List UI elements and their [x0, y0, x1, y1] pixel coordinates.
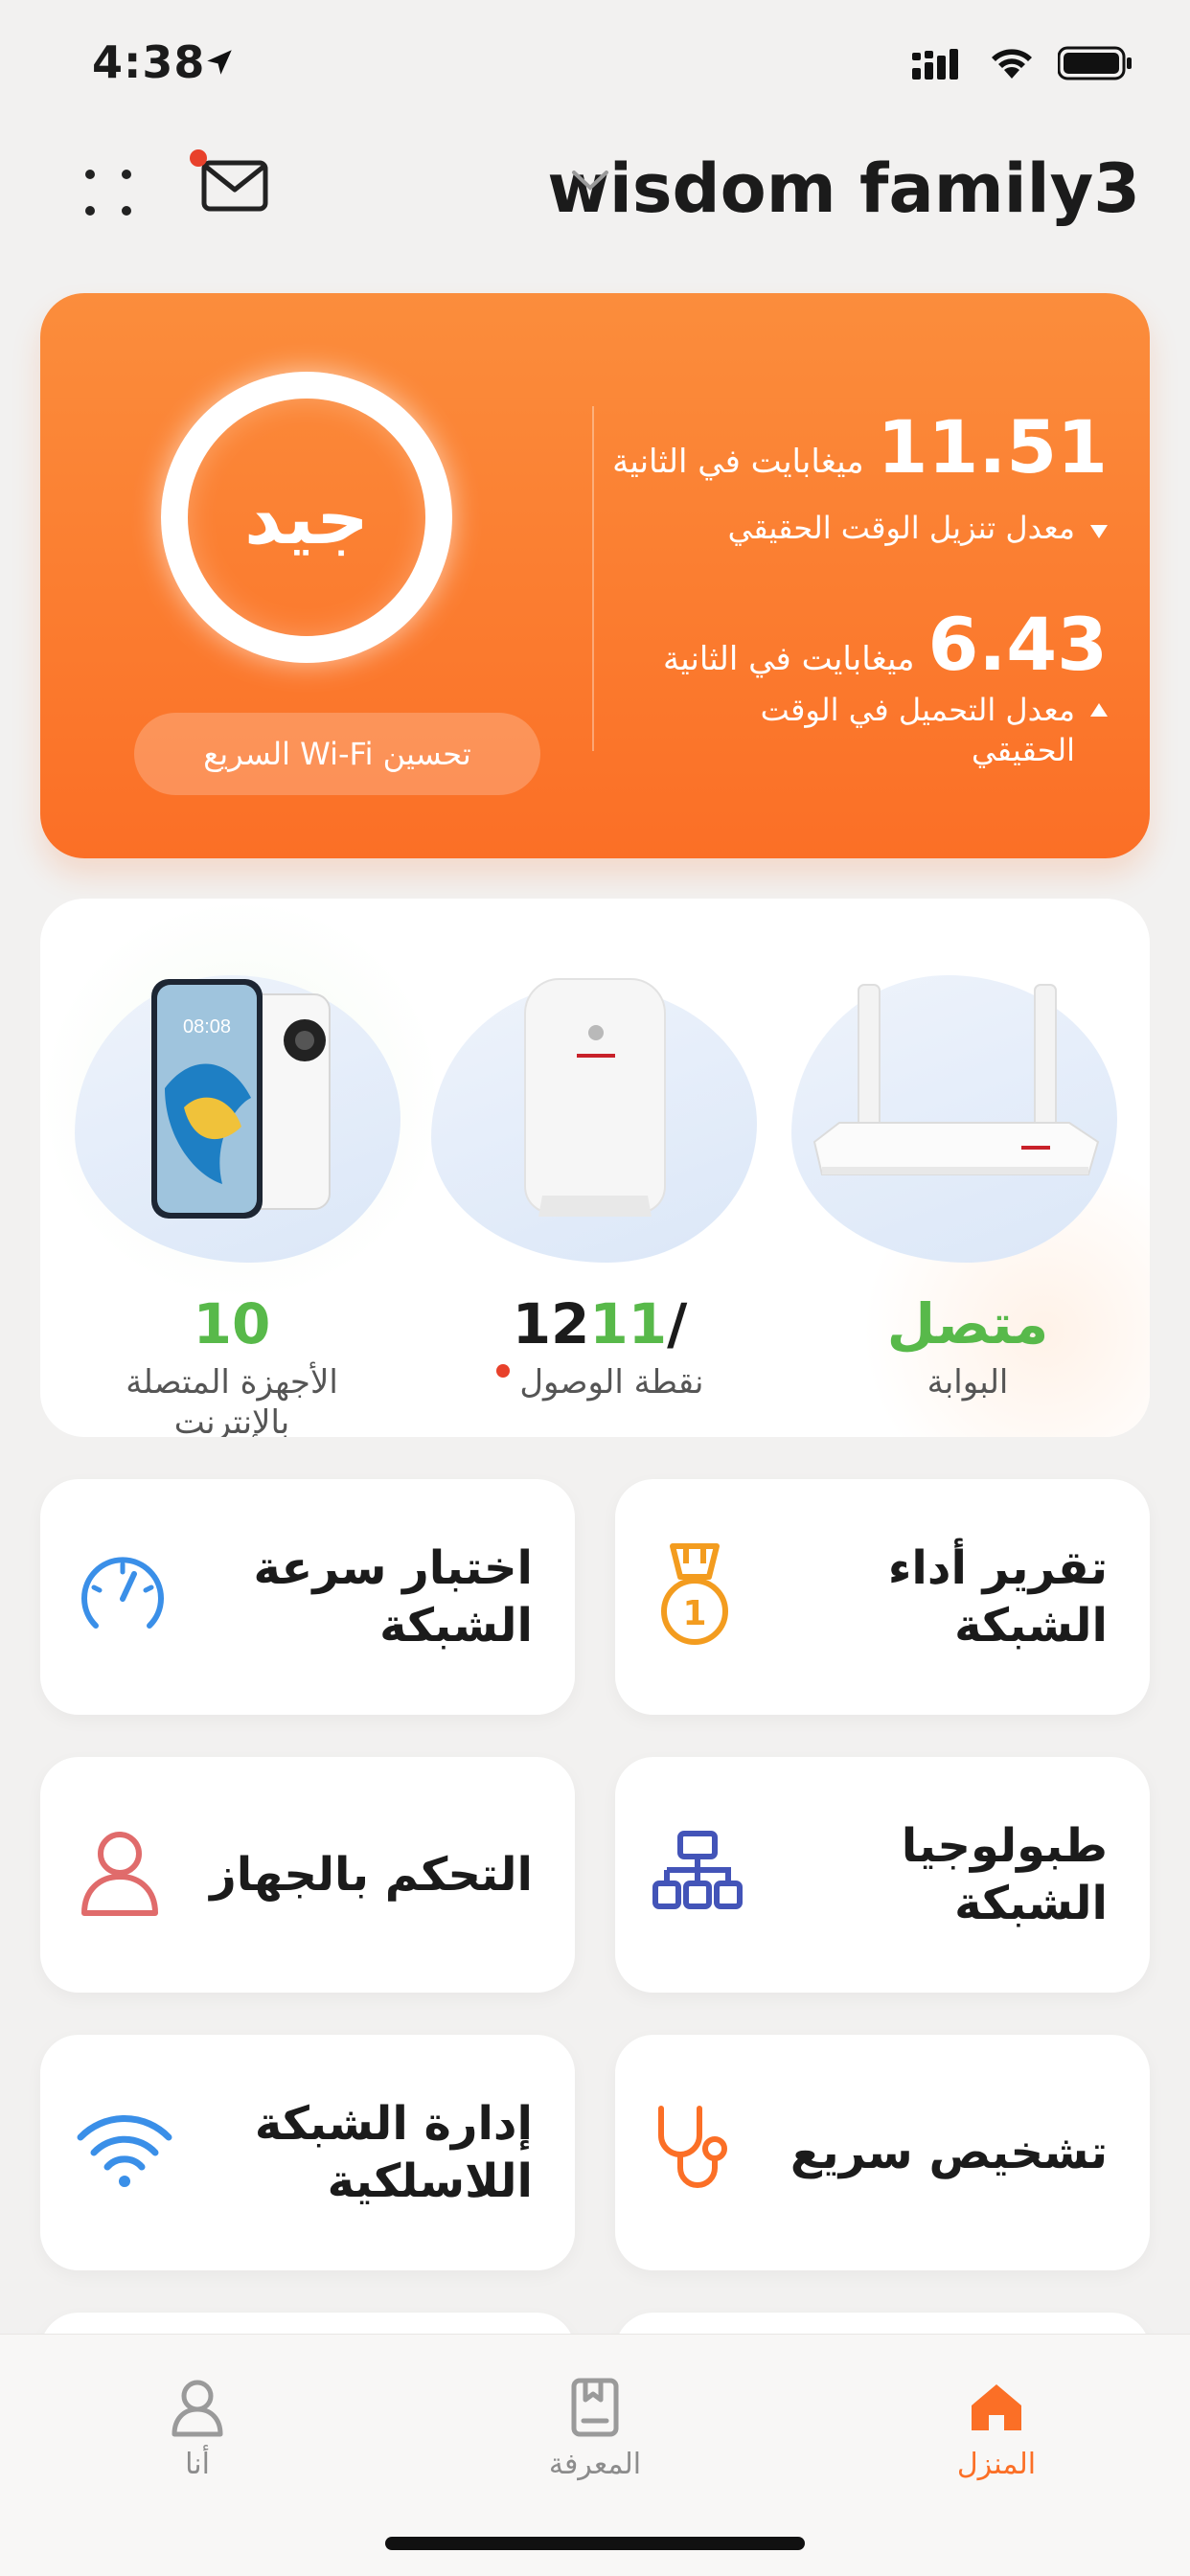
gateway-stat[interactable]: متصل البوابة [805, 1291, 1131, 1402]
svg-text:1: 1 [682, 1594, 706, 1633]
tile-network-report[interactable]: تقرير أداء الشبكة 1 [615, 1479, 1150, 1715]
access-point-image [504, 975, 686, 1228]
upload-label-line2: الحقيقي [972, 732, 1075, 768]
upload-arrow-icon [1090, 703, 1108, 717]
tile-label: التحكم بالجهاز [210, 1848, 533, 1902]
connected-devices-label-line2: بالإنترنت [173, 1403, 290, 1437]
connected-devices-label-line1: الأجهزة المتصلة [126, 1363, 338, 1402]
wifi-optimize-button[interactable]: تحسين Wi-Fi السريع [134, 713, 540, 795]
nav-knowledge-label: المعرفة [548, 2448, 642, 2481]
download-unit: ميغابايت في الثانية [612, 443, 864, 481]
stethoscope-icon [652, 2103, 738, 2202]
upload-unit: ميغابايت في الثانية [662, 640, 915, 678]
cellular-signal-icon [912, 49, 958, 80]
download-arrow-icon [1090, 525, 1108, 538]
nav-knowledge[interactable]: المعرفة [490, 2361, 700, 2481]
tile-label: طبولوجيا الشبكة [901, 1819, 1108, 1930]
tile-label: تشخيص سريع [790, 2126, 1108, 2179]
mail-icon[interactable] [201, 157, 270, 218]
person-icon [77, 1827, 163, 1923]
upload-value: 6.43 [927, 602, 1108, 687]
access-point-alert-dot [495, 1364, 510, 1378]
quality-status: جيد [244, 474, 369, 560]
speedometer-icon [77, 1549, 169, 1645]
battery-icon [1058, 46, 1132, 80]
book-icon [571, 2378, 619, 2437]
nav-me-label: أنا [185, 2448, 210, 2481]
nav-me[interactable]: أنا [92, 2361, 303, 2481]
network-speed-card[interactable]: جيد تحسين Wi-Fi السريع 11.51 ميغابايت في… [40, 293, 1150, 858]
gateway-router-image [801, 979, 1108, 1213]
tile-quick-diagnosis[interactable]: تشخيص سريع [615, 2035, 1150, 2270]
access-point-label: نقطة الوصول [519, 1363, 704, 1402]
location-arrow-icon [203, 46, 236, 82]
user-icon [172, 2380, 223, 2437]
family-name-title[interactable]: wisdom family3 [547, 149, 1140, 228]
medal-icon: 1 [652, 1542, 738, 1652]
access-point-online: 11 [589, 1291, 668, 1356]
tile-device-control[interactable]: التحكم بالجهاز [40, 1757, 575, 1993]
upload-label-row: معدل التحميل في الوقت الحقيقي [761, 690, 1108, 770]
home-icon [972, 2384, 1021, 2430]
tile-speed-test[interactable]: اختبار سرعة الشبكة [40, 1479, 575, 1715]
devices-card: 08:08 10 الأجهزة المتصلة بالإنترنت /1211… [40, 899, 1150, 1437]
wifi-icon [77, 2112, 172, 2193]
home-indicator [385, 2537, 805, 2550]
wifi-status-icon [992, 49, 1032, 79]
download-rate: 11.51 ميغابايت في الثانية [612, 404, 1108, 490]
tile-network-topology[interactable]: طبولوجيا الشبكة [615, 1757, 1150, 1993]
quality-ring: جيد [161, 372, 452, 663]
status-time: 4:38 [92, 36, 206, 88]
svg-text:08:08: 08:08 [183, 1016, 231, 1037]
topology-icon [652, 1830, 744, 1920]
phone-device-image: 08:08 [146, 973, 347, 1226]
connected-devices-count: 10 [193, 1291, 271, 1356]
tile-wireless-management[interactable]: إدارة الشبكة اللاسلكية [40, 2035, 575, 2270]
upload-label-line1: معدل التحميل في الوقت [760, 692, 1075, 728]
download-label-row: معدل تنزيل الوقت الحقيقي [728, 510, 1108, 546]
tile-label: اختبار سرعة الشبكة [253, 1541, 533, 1653]
nav-home-label: المنزل [956, 2448, 1037, 2481]
download-label: معدل تنزيل الوقت الحقيقي [727, 510, 1075, 546]
upload-rate: 6.43 ميغابايت في الثانية [663, 602, 1108, 687]
status-icons [912, 46, 1133, 80]
access-point-stat[interactable]: /1211 نقطة الوصول [437, 1291, 763, 1402]
chevron-down-icon[interactable] [570, 165, 610, 197]
connected-devices-stat[interactable]: 10 الأجهزة المتصلة بالإنترنت [69, 1291, 395, 1437]
tile-label: تقرير أداء الشبكة [887, 1541, 1108, 1653]
nav-home[interactable]: المنزل [891, 2361, 1102, 2481]
grid-dots-icon[interactable] [80, 163, 138, 224]
tile-label: إدارة الشبكة اللاسلكية [254, 2097, 533, 2208]
gateway-status: متصل [886, 1291, 1049, 1356]
download-value: 11.51 [877, 404, 1108, 490]
card-divider [592, 406, 594, 751]
notification-dot [190, 149, 207, 167]
gateway-label: البوابة [927, 1363, 1009, 1402]
